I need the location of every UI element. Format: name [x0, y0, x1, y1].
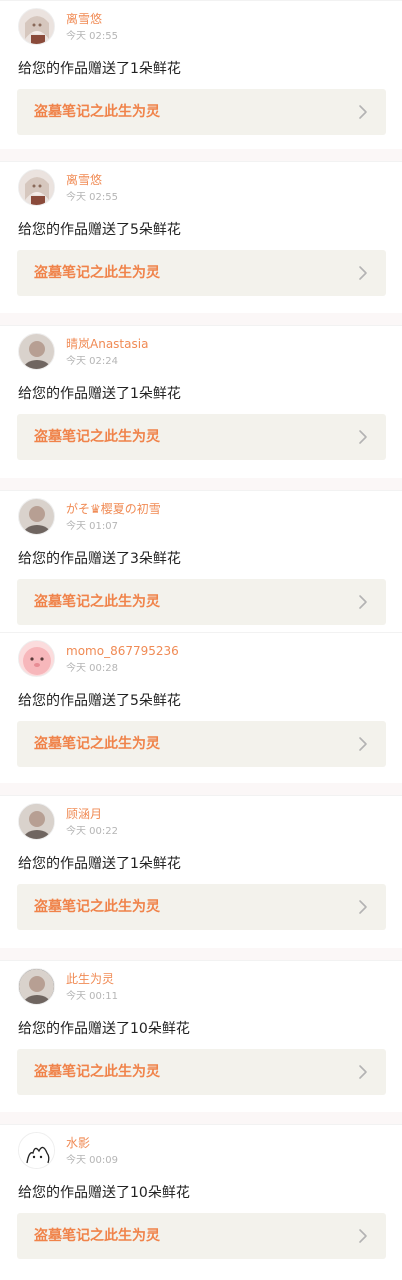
work-link[interactable]: 盗墓笔记之此生为灵	[17, 884, 386, 930]
gift-notification-item: 此生为灵 今天 00:11 给您的作品赠送了10朵鲜花 盗墓笔记之此生为灵	[0, 960, 402, 1112]
gift-message: 给您的作品赠送了1朵鲜花	[18, 386, 181, 402]
gift-message: 给您的作品赠送了10朵鲜花	[18, 1021, 190, 1037]
username[interactable]: 离雪悠	[66, 12, 102, 26]
chevron-right-icon	[359, 1229, 367, 1243]
section-separator	[0, 149, 402, 161]
gift-notification-item: 离雪悠 今天 02:55 给您的作品赠送了5朵鲜花 盗墓笔记之此生为灵	[0, 161, 402, 313]
timestamp: 今天 02:24	[66, 356, 118, 367]
gift-message: 给您的作品赠送了3朵鲜花	[18, 551, 181, 567]
work-title: 盗墓笔记之此生为灵	[34, 104, 160, 120]
chevron-right-icon	[359, 900, 367, 914]
timestamp: 今天 00:09	[66, 1155, 118, 1166]
anime-girl-avatar-icon[interactable]	[18, 8, 55, 45]
timestamp: 今天 01:07	[66, 521, 118, 532]
gift-message: 给您的作品赠送了1朵鲜花	[18, 856, 181, 872]
section-separator	[0, 313, 402, 325]
work-title: 盗墓笔记之此生为灵	[34, 1064, 160, 1080]
photo-avatar-icon[interactable]	[18, 333, 55, 370]
work-link[interactable]: 盗墓笔记之此生为灵	[17, 1049, 386, 1095]
pink-cartoon-avatar-icon[interactable]	[18, 640, 55, 677]
chevron-right-icon	[359, 737, 367, 751]
timestamp: 今天 02:55	[66, 192, 118, 203]
username[interactable]: momo_867795236	[66, 644, 179, 658]
photo-avatar-icon[interactable]	[18, 803, 55, 840]
work-link[interactable]: 盗墓笔记之此生为灵	[17, 89, 386, 135]
work-title: 盗墓笔记之此生为灵	[34, 265, 160, 281]
gift-notification-item: momo_867795236 今天 00:28 给您的作品赠送了5朵鲜花 盗墓笔…	[0, 632, 402, 783]
timestamp: 今天 00:28	[66, 663, 118, 674]
section-separator	[0, 1112, 402, 1124]
work-title: 盗墓笔记之此生为灵	[34, 429, 160, 445]
chevron-right-icon	[359, 1065, 367, 1079]
work-link[interactable]: 盗墓笔记之此生为灵	[17, 250, 386, 296]
gift-notification-item: 晴岚Anastasia 今天 02:24 给您的作品赠送了1朵鲜花 盗墓笔记之此…	[0, 325, 402, 478]
username[interactable]: 晴岚Anastasia	[66, 337, 148, 351]
photo-avatar-icon[interactable]	[18, 968, 55, 1005]
timestamp: 今天 02:55	[66, 31, 118, 42]
work-title: 盗墓笔记之此生为灵	[34, 736, 160, 752]
gift-notification-item: 水影 今天 00:09 给您的作品赠送了10朵鲜花 盗墓笔记之此生为灵	[0, 1124, 402, 1271]
work-title: 盗墓笔记之此生为灵	[34, 899, 160, 915]
username[interactable]: がそ♛樱夏の初雪	[66, 502, 161, 516]
gift-message: 给您的作品赠送了5朵鲜花	[18, 693, 181, 709]
username[interactable]: 离雪悠	[66, 173, 102, 187]
chevron-right-icon	[359, 595, 367, 609]
gift-notification-feed: 离雪悠 今天 02:55 给您的作品赠送了1朵鲜花 盗墓笔记之此生为灵 离雪悠 …	[0, 0, 402, 1271]
chevron-right-icon	[359, 430, 367, 444]
timestamp: 今天 00:11	[66, 991, 118, 1002]
gift-notification-item: がそ♛樱夏の初雪 今天 01:07 给您的作品赠送了3朵鲜花 盗墓笔记之此生为灵	[0, 490, 402, 632]
gift-message: 给您的作品赠送了1朵鲜花	[18, 61, 181, 77]
username[interactable]: 水影	[66, 1136, 90, 1150]
timestamp: 今天 00:22	[66, 826, 118, 837]
doodle-avatar-icon[interactable]	[18, 1132, 55, 1169]
work-title: 盗墓笔记之此生为灵	[34, 1228, 160, 1244]
work-link[interactable]: 盗墓笔记之此生为灵	[17, 721, 386, 767]
work-link[interactable]: 盗墓笔记之此生为灵	[17, 579, 386, 625]
chevron-right-icon	[359, 105, 367, 119]
chevron-right-icon	[359, 266, 367, 280]
photo-avatar-icon[interactable]	[18, 498, 55, 535]
work-title: 盗墓笔记之此生为灵	[34, 594, 160, 610]
section-separator	[0, 948, 402, 960]
section-separator	[0, 478, 402, 490]
work-link[interactable]: 盗墓笔记之此生为灵	[17, 414, 386, 460]
username[interactable]: 顾涵月	[66, 807, 102, 821]
gift-notification-item: 顾涵月 今天 00:22 给您的作品赠送了1朵鲜花 盗墓笔记之此生为灵	[0, 795, 402, 948]
gift-message: 给您的作品赠送了10朵鲜花	[18, 1185, 190, 1201]
gift-message: 给您的作品赠送了5朵鲜花	[18, 222, 181, 238]
work-link[interactable]: 盗墓笔记之此生为灵	[17, 1213, 386, 1259]
section-separator	[0, 783, 402, 795]
username[interactable]: 此生为灵	[66, 972, 114, 986]
anime-girl-avatar-icon[interactable]	[18, 169, 55, 206]
gift-notification-item: 离雪悠 今天 02:55 给您的作品赠送了1朵鲜花 盗墓笔记之此生为灵	[0, 0, 402, 149]
